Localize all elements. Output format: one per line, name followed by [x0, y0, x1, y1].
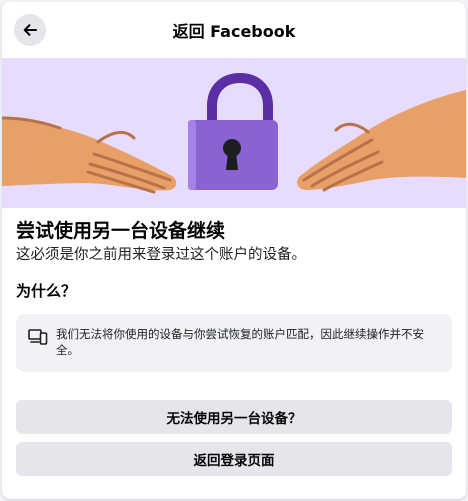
page-title: 返回 Facebook: [172, 22, 296, 41]
header: 返回 Facebook: [2, 2, 466, 58]
cannot-use-other-device-button[interactable]: 无法使用另一台设备？: [16, 400, 452, 434]
hands-lock-illustration: [2, 58, 466, 208]
back-button[interactable]: [14, 14, 46, 46]
info-text: 我们无法将你使用的设备与你尝试恢复的账户匹配，因此继续操作并不安全。: [56, 327, 424, 357]
recovery-card: 返回 Facebook 尝试使用另一台设备继续 这必须是你之前用来登录过这个账户…: [2, 2, 466, 499]
back-to-login-button[interactable]: 返回登录页面: [16, 442, 452, 476]
why-heading: 为什么？: [16, 282, 77, 300]
info-box: 我们无法将你使用的设备与你尝试恢复的账户匹配，因此继续操作并不安全。: [16, 314, 452, 372]
hero-illustration: [2, 58, 466, 208]
subheading: 这必须是你之前用来登录过这个账户的设备。: [16, 247, 306, 263]
main-heading: 尝试使用另一台设备继续: [16, 220, 226, 242]
content: 尝试使用另一台设备继续 这必须是你之前用来登录过这个账户的设备。 为什么？ 我们…: [2, 219, 466, 476]
arrow-left-icon: [23, 24, 37, 36]
devices-icon: [28, 328, 48, 350]
